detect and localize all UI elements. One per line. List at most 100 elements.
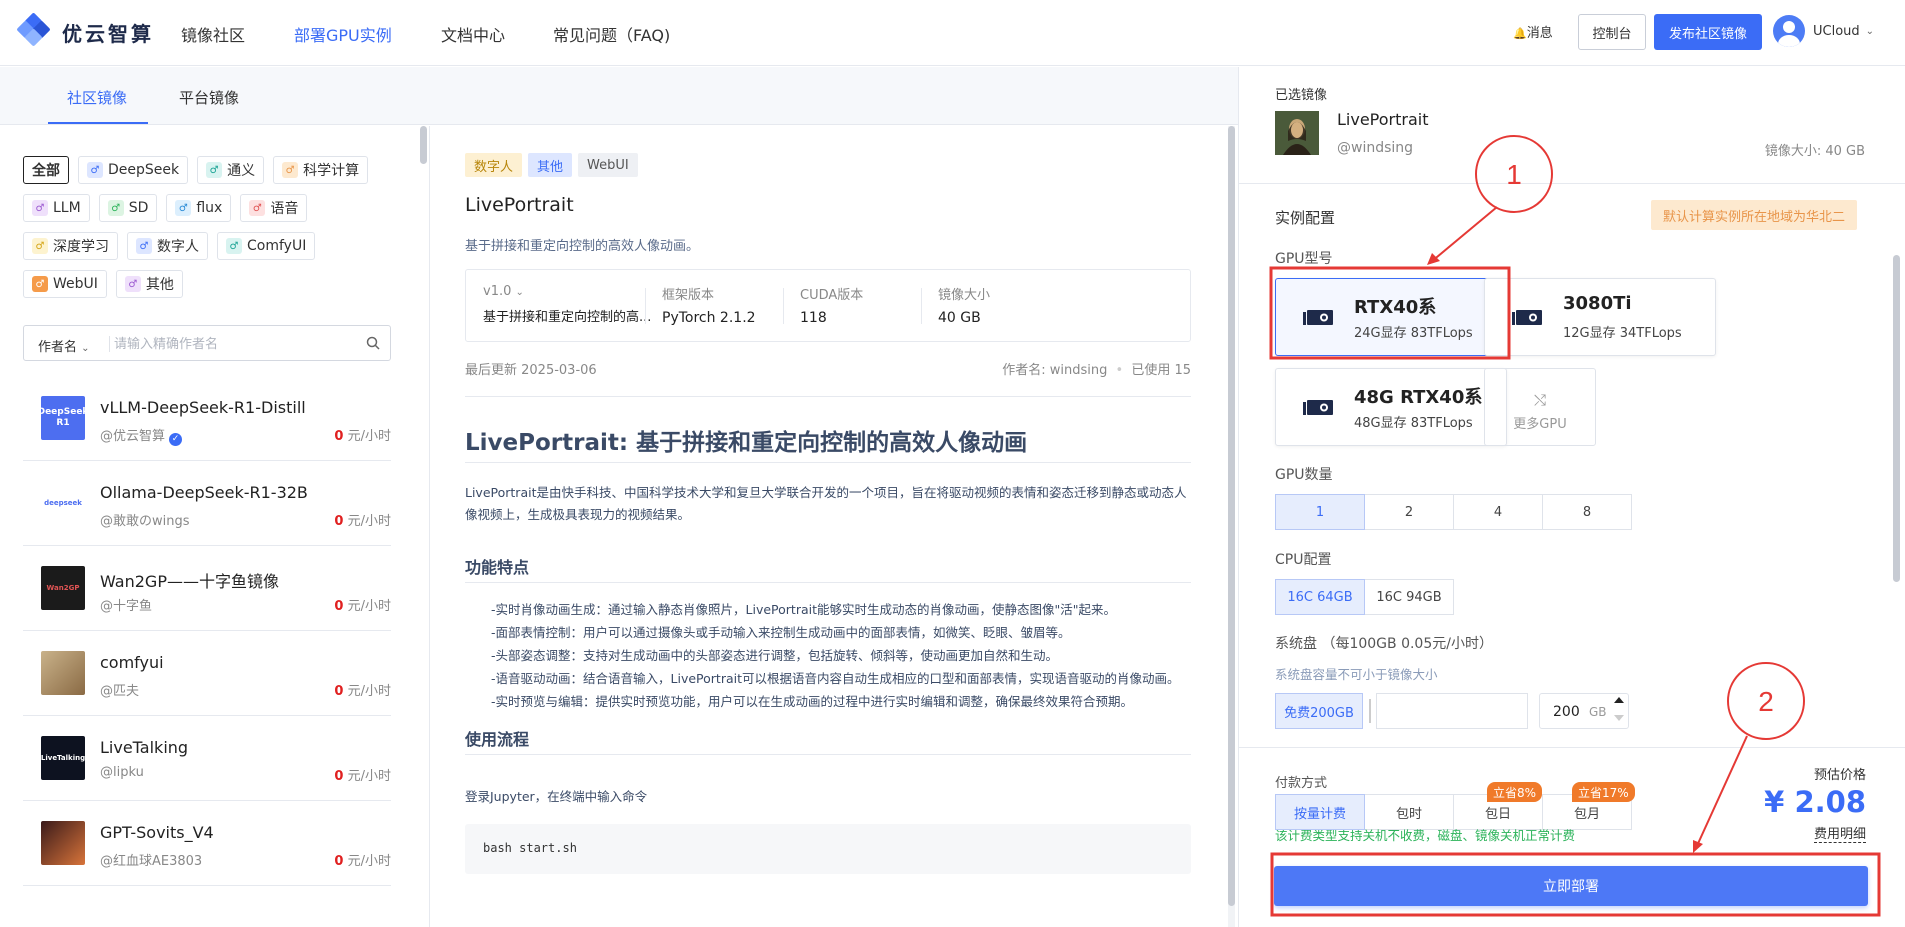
image-thumbnail: DeepSeek R1 — [41, 396, 85, 440]
list-item[interactable]: LiveTalking LiveTalking @lipku 0 元/小时 — [23, 716, 391, 801]
bell-icon: 🔔 — [1513, 27, 1527, 40]
search-icon[interactable] — [366, 336, 380, 350]
instance-config-title: 实例配置 — [1275, 209, 1336, 227]
nav-docs[interactable]: 文档中心 — [441, 22, 505, 46]
gpu-count-1[interactable]: 1 — [1275, 494, 1365, 530]
image-title: GPT-Sovits_V4 — [100, 823, 214, 842]
tab-platform-images[interactable]: 平台镜像 — [179, 87, 239, 108]
tag-icon: ♂ — [32, 238, 48, 254]
image-title: vLLM-DeepSeek-R1-Distill — [100, 398, 306, 417]
category-tags: 全部 ♂ DeepSeek ♂ 通义 ♂ 科学计算 ♂ LLM ♂ SD ♂ flux ♂ 语… — [23, 156, 403, 308]
image-title: LiveTalking — [100, 738, 189, 757]
detail-description: 基于拼接和重定向控制的高效人像动画。 — [465, 239, 700, 254]
tab-community-images[interactable]: 社区镜像 — [67, 87, 127, 108]
pay-pay-as-you-go[interactable]: 按量计费 — [1275, 794, 1365, 830]
image-author: @优云智算 ✓ — [100, 425, 183, 446]
fee-detail-link[interactable]: 费用明细 — [1813, 823, 1866, 843]
gpu-icon — [1512, 310, 1542, 325]
cpu-option-94gb[interactable]: 16C 94GB — [1364, 579, 1454, 615]
gpu-card-rtx40[interactable]: RTX40系 24G显存 83TFLops — [1275, 278, 1507, 356]
tag-deep-learning[interactable]: ♂ 深度学习 — [23, 232, 118, 260]
cpu-option-64gb[interactable]: 16C 64GB — [1275, 579, 1365, 615]
tag-llm[interactable]: ♂ LLM — [23, 194, 90, 222]
gpu-card-3080ti[interactable]: 3080Ti 12G显存 34TFLops — [1484, 278, 1716, 356]
user-menu[interactable]: UCloud ⌄ — [1773, 15, 1874, 47]
brand-logo[interactable]: 优云智算 — [16, 12, 154, 50]
image-price: 0 元/小时 — [334, 429, 391, 444]
author-search: 作者名 ⌄ — [23, 325, 391, 361]
list-item[interactable]: Wan2GP Wan2GP——十字鱼镜像 @十字鱼 0 元/小时 — [23, 546, 391, 631]
tag-icon: ♂ — [87, 162, 103, 178]
tag-digital-human[interactable]: ♂ 数字人 — [127, 232, 208, 260]
console-button[interactable]: 控制台 — [1578, 14, 1646, 50]
tag-sd[interactable]: ♂ SD — [98, 194, 158, 222]
selected-image-author: @windsing — [1337, 140, 1414, 156]
decrement-icon[interactable] — [1614, 715, 1624, 721]
list-item[interactable]: DeepSeek R1 vLLM-DeepSeek-R1-Distill @优云… — [23, 376, 391, 461]
verified-icon: ✓ — [169, 433, 183, 446]
list-item[interactable]: comfyui @匹夫 0 元/小时 — [23, 631, 391, 716]
deploy-now-button[interactable]: 立即部署 — [1274, 866, 1868, 906]
code-block[interactable]: bash start.sh — [465, 824, 1191, 874]
search-input[interactable] — [114, 332, 354, 356]
save-badge-daily: 立省8% — [1487, 782, 1543, 802]
tag-comfyui[interactable]: ♂ ComfyUI — [217, 232, 316, 260]
tag-icon: ♂ — [206, 162, 223, 178]
feature-item: -语音驱动动画：结合语音输入，LivePortrait可以根据语音内容自动生成相… — [491, 671, 1180, 686]
features-heading: 功能特点 — [465, 558, 530, 577]
gpu-count-8[interactable]: 8 — [1542, 494, 1632, 530]
increment-icon[interactable] — [1614, 697, 1624, 703]
tag-icon: ♂ — [226, 238, 242, 254]
avatar — [1773, 15, 1805, 47]
publish-image-button[interactable]: 发布社区镜像 — [1654, 14, 1762, 50]
messages-link[interactable]: 🔔消息 — [1513, 22, 1553, 41]
divider — [465, 462, 1191, 463]
divider — [783, 288, 784, 324]
detail-title: LivePortrait — [465, 194, 574, 216]
nav-deploy-gpu[interactable]: 部署GPU实例 — [294, 22, 392, 46]
detail-scrollbar[interactable] — [1228, 126, 1235, 906]
disk-slider[interactable] — [1376, 693, 1528, 729]
version-select[interactable]: v1.0 ⌄ 基于拼接和重定向控制的高... — [483, 284, 653, 325]
more-gpu-button[interactable]: ⤭ 更多GPU — [1484, 368, 1596, 446]
gpu-card-48g-rtx40[interactable]: 48G RTX40系 48G显存 83TFLops — [1275, 368, 1507, 446]
tag-all[interactable]: 全部 — [23, 156, 69, 184]
search-category-select[interactable]: 作者名 ⌄ — [38, 336, 90, 355]
list-item[interactable]: GPT-Sovits_V4 @红血球AE3803 0 元/小时 — [23, 801, 391, 886]
instance-config-panel: 已选镜像 LivePortrait @windsing 镜像大小: 40 GB … — [1238, 67, 1905, 927]
top-navbar: 优云智算 镜像社区 部署GPU实例 文档中心 常见问题（FAQ) 🔔消息 控制台… — [0, 0, 1905, 66]
list-scrollbar[interactable] — [420, 126, 427, 164]
tag-science[interactable]: ♂ 科学计算 — [273, 156, 369, 184]
active-tab-indicator — [48, 122, 148, 124]
usage-heading: 使用流程 — [465, 730, 530, 749]
gpu-count-4[interactable]: 4 — [1453, 494, 1543, 530]
disk-label: 系统盘 （每100GB 0.05元/小时） — [1275, 636, 1493, 652]
selected-image-size: 镜像大小: 40 GB — [1764, 144, 1865, 159]
tag-flux[interactable]: ♂ flux — [166, 194, 232, 222]
list-item[interactable]: deepseek Ollama-DeepSeek-R1-32B @敢敢のwing… — [23, 461, 391, 546]
nav-image-community[interactable]: 镜像社区 — [181, 22, 245, 46]
tag-deepseek[interactable]: ♂ DeepSeek — [78, 156, 189, 184]
tag-other[interactable]: ♂ 其他 — [115, 270, 183, 298]
image-title: comfyui — [100, 653, 164, 672]
tag-tongyi[interactable]: ♂ 通义 — [197, 156, 265, 184]
image-author: @lipku — [100, 765, 144, 780]
slider-handle[interactable] — [1369, 699, 1371, 723]
divider — [465, 582, 1191, 583]
tag-icon: ♂ — [175, 200, 192, 216]
selected-image-label: 已选镜像 — [1275, 88, 1328, 103]
tag-webui[interactable]: ♂ WebUI — [23, 270, 107, 298]
divider — [465, 754, 1191, 755]
image-title: Ollama-DeepSeek-R1-32B — [100, 483, 308, 502]
nav-faq[interactable]: 常见问题（FAQ) — [553, 22, 670, 46]
chevron-down-icon: ⌄ — [1865, 25, 1875, 37]
config-scrollbar[interactable] — [1893, 255, 1900, 582]
disk-free-button[interactable]: 免费200GB — [1275, 693, 1363, 729]
tag-icon: ♂ — [249, 200, 266, 216]
pay-label: 付款方式 — [1275, 776, 1328, 791]
size-info: 镜像大小 40 GB — [938, 288, 991, 326]
image-price: 0 元/小时 — [334, 854, 391, 869]
gpu-icon — [1303, 400, 1333, 415]
gpu-count-2[interactable]: 2 — [1364, 494, 1454, 530]
tag-voice[interactable]: ♂ 语音 — [240, 194, 308, 222]
